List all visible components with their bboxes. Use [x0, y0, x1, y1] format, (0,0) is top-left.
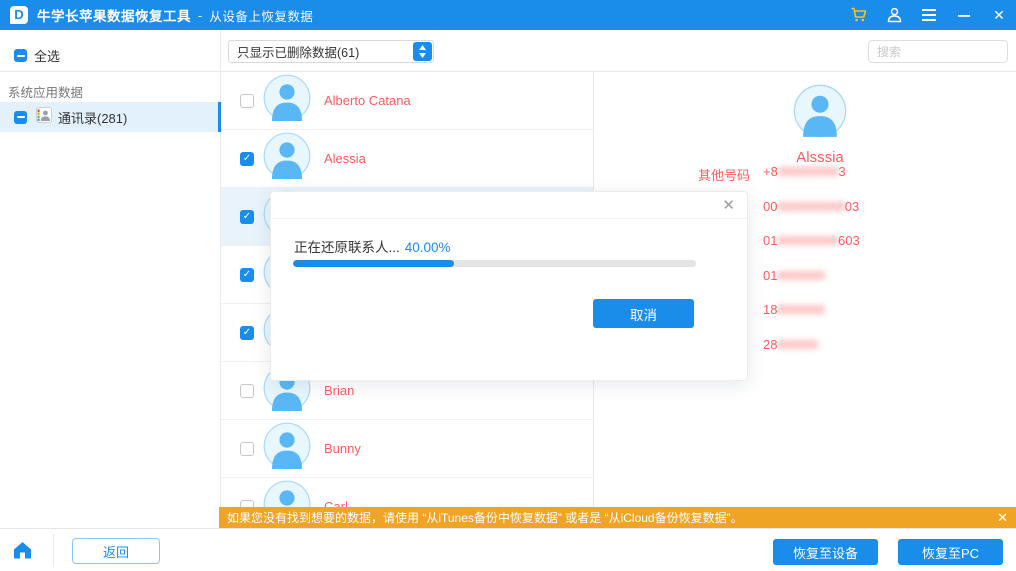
sidebar-item-contacts[interactable]: 通讯录(281): [0, 102, 220, 132]
cart-icon[interactable]: [850, 6, 868, 24]
recover-to-device-button[interactable]: 恢复至设备: [773, 539, 878, 565]
app-title: 牛学长苹果数据恢复工具: [37, 5, 191, 25]
dropdown-chevrons-icon[interactable]: [413, 42, 432, 61]
filter-dropdown[interactable]: 只显示已删除数据(61): [228, 40, 434, 63]
title-separator: -: [198, 8, 202, 23]
search-input[interactable]: [869, 45, 1016, 59]
row-checkbox[interactable]: [240, 210, 254, 224]
contact-row[interactable]: Bunny: [221, 420, 593, 478]
progress-label: 正在还原联系人... 40.00%: [294, 236, 451, 256]
contacts-checkbox[interactable]: [14, 111, 27, 124]
app-logo-icon: D: [10, 6, 28, 24]
recover-to-pc-button[interactable]: 恢复至PC: [898, 539, 1003, 565]
phone-masked-digits: 888888888: [777, 233, 838, 248]
detail-avatar-icon: [793, 125, 847, 142]
minimize-icon[interactable]: [955, 6, 973, 24]
progress-percent: 40.00%: [405, 240, 451, 255]
notification-bar: 如果您没有找到想要的数据，请使用 “从iTunes备份中恢复数据” 或者是 “从…: [219, 507, 1016, 528]
other-numbers-label: 其他号码: [698, 165, 750, 184]
page-title: 从设备上恢复数据: [209, 6, 313, 25]
back-button[interactable]: 返回: [72, 538, 160, 564]
progress-bar: [293, 260, 696, 267]
row-checkbox[interactable]: [240, 268, 254, 282]
titlebar: D 牛学长苹果数据恢复工具 - 从设备上恢复数据 ✕: [0, 0, 1016, 30]
sidebar-section-label: 系统应用数据: [8, 82, 83, 101]
contact-avatar-icon: [263, 74, 311, 127]
progress-fill: [293, 260, 454, 267]
account-icon[interactable]: [885, 6, 903, 24]
select-all-label: 全选: [34, 46, 60, 65]
dialog-close-icon[interactable]: ✕: [722, 196, 735, 214]
menu-icon[interactable]: [920, 6, 938, 24]
notification-close-icon[interactable]: ✕: [989, 510, 1016, 526]
row-checkbox[interactable]: [240, 384, 254, 398]
row-checkbox[interactable]: [240, 152, 254, 166]
phone-prefix: 00: [763, 199, 777, 214]
dialog-header: ✕: [271, 192, 747, 219]
contacts-app-icon: [36, 107, 52, 128]
contact-row[interactable]: Alessia: [221, 130, 593, 188]
footer-divider: [53, 534, 54, 567]
close-icon[interactable]: ✕: [990, 6, 1008, 24]
phone-masked-digits: 8888888: [777, 268, 824, 283]
detail-card: Alsssia: [720, 84, 920, 166]
search-box: [868, 40, 1008, 63]
progress-text: 正在还原联系人...: [294, 240, 400, 255]
row-checkbox[interactable]: [240, 326, 254, 340]
phone-prefix: 28: [763, 337, 777, 352]
filter-dropdown-value: 只显示已删除数据(61): [229, 42, 413, 61]
contact-avatar-icon: [263, 422, 311, 475]
window-controls: ✕: [850, 0, 1008, 30]
restore-progress-dialog: ✕ 正在还原联系人... 40.00% 取消: [270, 191, 748, 381]
contact-name: Alberto Catana: [324, 93, 411, 108]
phone-number: 28888888: [763, 337, 860, 352]
sidebar-item-label: 通讯录(281): [58, 108, 127, 127]
phone-prefix: 01: [763, 233, 777, 248]
phone-number: 188888888: [763, 302, 860, 317]
select-all-checkbox[interactable]: [14, 49, 27, 62]
row-checkbox[interactable]: [240, 94, 254, 108]
phone-masked-digits: 888888888: [778, 164, 839, 179]
phone-number: +88888888883: [763, 164, 860, 179]
phone-prefix: 18: [763, 302, 777, 317]
phone-number: 01888888888603: [763, 233, 860, 248]
phone-masked-digits: 8888888: [777, 302, 824, 317]
home-icon[interactable]: [13, 541, 32, 559]
footer-bar: 返回 恢复至设备 恢复至PC: [0, 528, 1016, 571]
phone-number-list: +888888888830088888888880301888888888603…: [763, 164, 860, 371]
contact-name: Alessia: [324, 151, 366, 166]
notification-message: 如果您没有找到想要的数据，请使用 “从iTunes备份中恢复数据” 或者是 “从…: [219, 509, 989, 526]
cancel-button[interactable]: 取消: [593, 299, 694, 328]
contact-avatar-icon: [263, 132, 311, 185]
phone-suffix: 603: [838, 233, 860, 248]
contact-row[interactable]: Alberto Catana: [221, 72, 593, 130]
phone-prefix: 01: [763, 268, 777, 283]
phone-suffix: 03: [845, 199, 859, 214]
phone-suffix: 3: [838, 164, 845, 179]
contact-name: Brian: [324, 383, 354, 398]
phone-masked-digits: 8888888888: [777, 199, 844, 214]
phone-prefix: +8: [763, 164, 778, 179]
phone-number: 00888888888803: [763, 199, 860, 214]
select-all: 全选: [14, 46, 60, 65]
contact-name: Bunny: [324, 441, 361, 456]
row-checkbox[interactable]: [240, 442, 254, 456]
phone-number: 018888888: [763, 268, 860, 283]
phone-masked-digits: 888888: [777, 337, 817, 352]
app-window: D 牛学长苹果数据恢复工具 - 从设备上恢复数据 ✕ 全选 只显示已: [0, 0, 1016, 571]
